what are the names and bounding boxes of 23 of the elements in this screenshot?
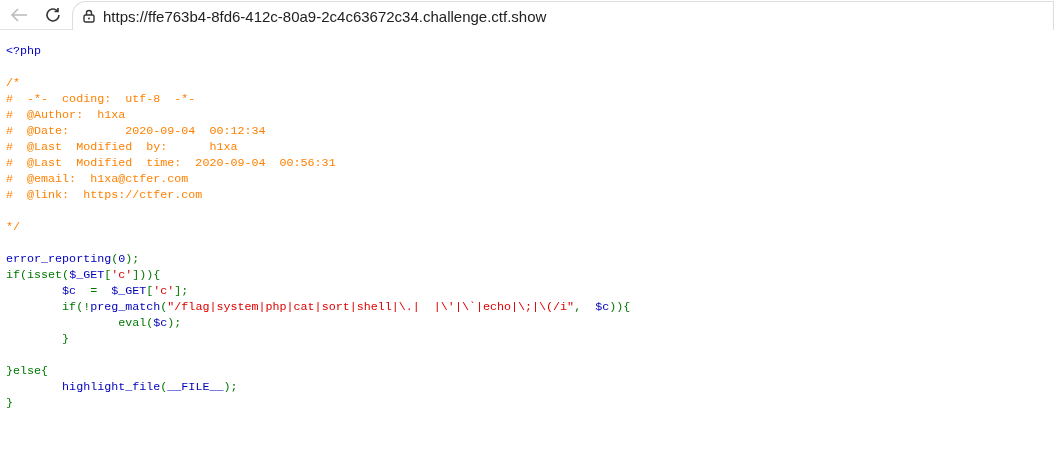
code-line: */	[6, 219, 21, 235]
code-line: # @Author: h1xa	[6, 107, 126, 123]
back-arrow-icon	[10, 7, 28, 22]
code-line: if(isset($_GET['c'])){	[6, 267, 161, 283]
code-line: eval($c);	[117, 315, 182, 331]
code-line: # @link: https://ctfer.com	[6, 187, 203, 203]
code-line: # @Last Modified time: 2020-09-04 00:56:31	[6, 155, 336, 171]
lock-icon	[83, 9, 95, 23]
code-line: if(!preg_match("/flag|system|php|cat|sort|shell|\.| |\'|\`|echo|\;|\(/i", $c)){	[61, 299, 631, 315]
code-line: # @email: h1xa@ctfer.com	[6, 171, 189, 187]
code-line: error_reporting(0);	[6, 251, 140, 267]
code-line: highlight_file(__FILE__);	[61, 379, 238, 395]
code-line: }	[6, 395, 13, 411]
code-line: $c = $_GET['c'];	[61, 283, 189, 299]
code-line: <?php	[6, 43, 42, 59]
code-line: # @Date: 2020-09-04 00:12:34	[6, 123, 266, 139]
code-line: }else{	[6, 363, 49, 379]
code-line: }	[61, 331, 70, 347]
code-line: # -*- coding: utf-8 -*-	[6, 91, 196, 107]
address-bar[interactable]: https://ffe763b4-8fd6-412c-80a9-2c4c63672c34.challenge.ctf.show	[72, 1, 1054, 30]
code-line: # @Last Modified by: h1xa	[6, 139, 238, 155]
reload-icon	[44, 5, 62, 24]
code-line: /*	[6, 75, 21, 91]
